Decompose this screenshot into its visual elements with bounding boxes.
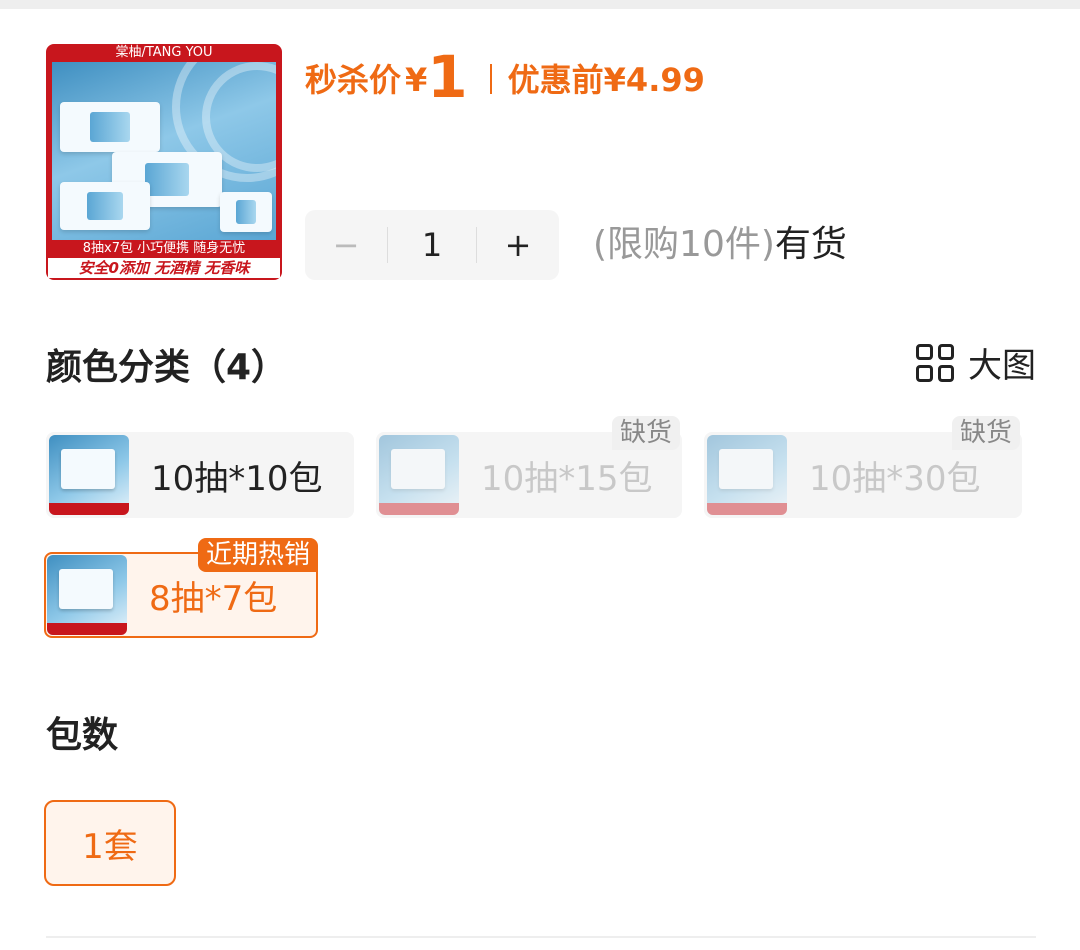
pack-option-label: 1套 (82, 826, 138, 867)
increase-quantity-button[interactable]: + (477, 226, 559, 264)
purchase-limit-text: (限购10件) (593, 224, 775, 265)
quantity-value[interactable]: 1 (388, 226, 476, 264)
product-photo (52, 62, 276, 240)
option-thumbnail (707, 435, 787, 515)
flash-price-label: 秒杀价 (305, 61, 402, 99)
option-thumbnail (49, 435, 129, 515)
bottom-divider (46, 936, 1036, 938)
product-brand-text: 棠柚/TANG YOU (115, 45, 213, 60)
flash-price-value: 1 (427, 43, 468, 111)
color-option-10x15[interactable]: 10抽*15包 缺货 (376, 416, 682, 518)
quantity-stepper: − 1 + (305, 210, 559, 280)
out-of-stock-badge: 缺货 (611, 416, 680, 450)
option-thumbnail (379, 435, 459, 515)
hot-selling-badge: 近期热销 (197, 538, 318, 572)
price-separator (489, 64, 492, 94)
product-caption-1: 8抽x7包 小巧便携 随身无忧 (82, 241, 246, 256)
product-caption-2: 安全0添加 无酒精 无香味 (48, 258, 280, 278)
option-label: 10抽*30包 (809, 458, 981, 499)
top-divider (0, 0, 1080, 9)
stock-info: (限购10件)有货 (593, 220, 847, 270)
option-thumbnail (47, 555, 127, 635)
original-price-label: 优惠前 (507, 61, 604, 99)
decrease-quantity-button[interactable]: − (305, 226, 387, 264)
big-view-button[interactable]: 大图 (916, 338, 1036, 387)
grid-icon (916, 343, 954, 382)
option-label: 10抽*15包 (481, 458, 653, 499)
pack-option-1[interactable]: 1套 (44, 800, 176, 886)
out-of-stock-badge: 缺货 (951, 416, 1020, 450)
color-option-8x7[interactable]: 8抽*7包 近期热销 (44, 538, 318, 638)
product-image[interactable]: 棠柚/TANG YOU 8抽x7包 小巧便携 随身无忧 安全0添加 无酒精 无香… (46, 44, 282, 280)
option-label: 8抽*7包 (149, 578, 278, 619)
stock-status-text: 有货 (774, 224, 847, 265)
color-option-10x10[interactable]: 10抽*10包 (46, 432, 354, 518)
currency-symbol: ¥ (405, 61, 428, 99)
price-row: 秒杀价 ¥ 1 优惠前 ¥4.99 (305, 38, 705, 108)
big-view-label: 大图 (968, 346, 1036, 386)
color-section-title: 颜色分类（4） (46, 347, 288, 388)
color-option-10x30[interactable]: 10抽*30包 缺货 (704, 416, 1022, 518)
original-price-value: ¥4.99 (603, 61, 705, 99)
pack-section-title: 包数 (46, 715, 119, 756)
option-label: 10抽*10包 (151, 458, 323, 499)
